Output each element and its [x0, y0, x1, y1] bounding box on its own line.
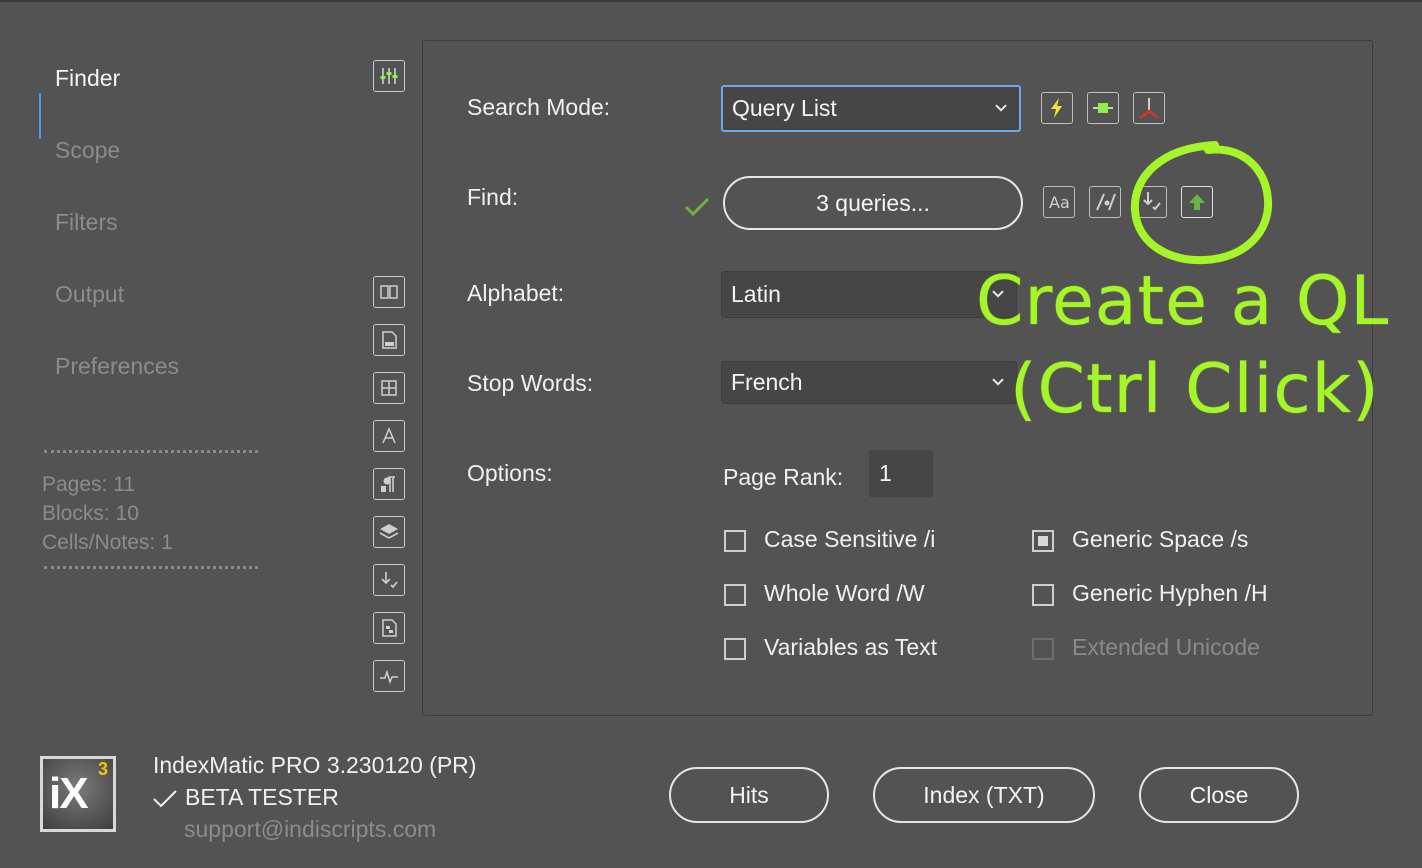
stop-words-value: French: [731, 369, 803, 395]
checkbox-box-checked[interactable]: [1032, 530, 1054, 552]
stop-words-select[interactable]: French: [721, 361, 1017, 404]
svg-text:Aa: Aa: [1049, 193, 1070, 212]
logo-text: iX: [49, 769, 89, 818]
chevron-down-icon: [995, 103, 1007, 112]
close-button[interactable]: Close: [1139, 767, 1299, 823]
search-mode-select[interactable]: Query List: [721, 85, 1021, 132]
checkbox-box[interactable]: [724, 530, 746, 552]
generic-hyphen-label: Generic Hyphen /H: [1072, 580, 1268, 606]
search-mode-label: Search Mode:: [467, 94, 611, 120]
stat-pages: Pages: 11: [42, 473, 136, 496]
grid-icon[interactable]: [373, 372, 405, 404]
nav-active-indicator: [39, 93, 41, 139]
indexmatic-dialog: Finder Scope Filters Output Preferences …: [0, 0, 1422, 868]
sidebar: Finder Scope Filters Output Preferences …: [0, 40, 420, 700]
stop-words-label: Stop Words:: [467, 370, 594, 396]
page-rank-input[interactable]: 1: [869, 450, 933, 497]
generic-space-label: Generic Space /s: [1072, 526, 1249, 552]
open-book-icon[interactable]: [373, 276, 405, 308]
queries-button[interactable]: 3 queries...: [723, 176, 1023, 230]
extended-unicode-label: Extended Unicode: [1072, 634, 1260, 660]
document-icon[interactable]: [373, 324, 405, 356]
checkbox-box[interactable]: [724, 584, 746, 606]
page-rank-label: Page Rank:: [723, 464, 844, 490]
chevron-down-icon: [992, 377, 1004, 386]
index-txt-button[interactable]: Index (TXT): [873, 767, 1095, 823]
alphabet-select[interactable]: Latin: [721, 271, 1017, 318]
product-name: IndexMatic PRO 3.230120 (PR): [153, 752, 477, 778]
page-layout-icon[interactable]: [373, 612, 405, 644]
separator-bottom: [44, 566, 258, 569]
license-status: BETA TESTER: [185, 784, 339, 810]
case-aa-icon[interactable]: Aa: [1043, 186, 1075, 218]
anchor-split-icon[interactable]: [1133, 92, 1165, 124]
hits-button[interactable]: Hits: [669, 767, 829, 823]
lightning-icon[interactable]: [1041, 92, 1073, 124]
separator-top: [44, 450, 258, 453]
sidebar-item-scope[interactable]: Scope: [55, 137, 120, 164]
sidebar-item-output[interactable]: Output: [55, 281, 124, 308]
sidebar-item-filters[interactable]: Filters: [55, 209, 118, 236]
app-logo: iX 3: [40, 756, 116, 832]
valid-check-icon: [684, 197, 710, 217]
license-check-icon: [153, 790, 177, 808]
paragraph-icon[interactable]: [373, 468, 405, 500]
upload-arrow-icon[interactable]: [1181, 186, 1213, 218]
font-letter-icon[interactable]: [373, 420, 405, 452]
settings-sliders-icon[interactable]: [373, 60, 405, 92]
checkbox-box[interactable]: [1032, 584, 1054, 606]
alphabet-label: Alphabet:: [467, 280, 565, 306]
alphabet-value: Latin: [731, 281, 781, 307]
annotation-line-1: Create a QL: [976, 262, 1390, 341]
annotation-line-2: (Ctrl Click): [1010, 350, 1380, 429]
regex-icon[interactable]: [1089, 186, 1121, 218]
sidebar-item-preferences[interactable]: Preferences: [55, 353, 179, 380]
logo-version: 3: [98, 759, 109, 779]
support-email-link[interactable]: support@indiscripts.com: [184, 816, 436, 843]
activity-graph-icon[interactable]: [373, 660, 405, 692]
sidebar-item-finder[interactable]: Finder: [55, 65, 120, 92]
stat-cells-notes: Cells/Notes: 1: [42, 531, 173, 554]
find-label: Find:: [467, 184, 519, 210]
search-mode-value: Query List: [732, 95, 837, 121]
window-top-border: [0, 0, 1422, 2]
variables-as-text-label: Variables as Text: [764, 634, 938, 660]
checkbox-box[interactable]: [724, 638, 746, 660]
download-check-icon[interactable]: [373, 564, 405, 596]
checkbox-box-disabled: [1032, 638, 1054, 660]
case-sensitive-label: Case Sensitive /i: [764, 526, 936, 552]
layers-icon[interactable]: [373, 516, 405, 548]
whole-word-label: Whole Word /W: [764, 580, 925, 606]
options-label: Options:: [467, 460, 553, 486]
slider-node-icon[interactable]: [1087, 92, 1119, 124]
stat-blocks: Blocks: 10: [42, 502, 139, 525]
import-check-icon[interactable]: [1135, 186, 1167, 218]
